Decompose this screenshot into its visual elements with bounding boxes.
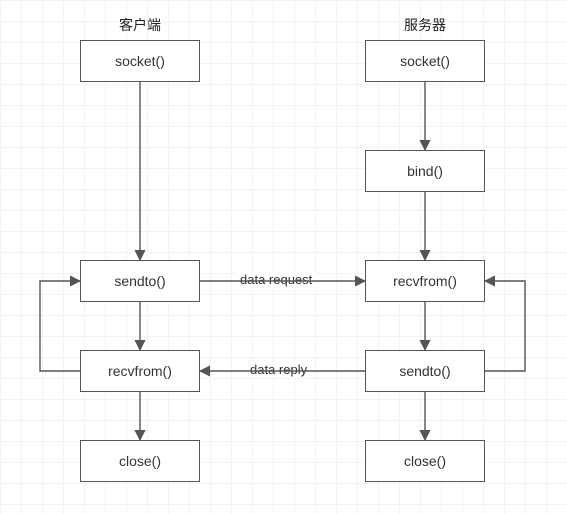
client-recvfrom-label: recvfrom() [108, 363, 172, 379]
server-socket-node: socket() [365, 40, 485, 82]
client-sendto-node: sendto() [80, 260, 200, 302]
edge-server-loop [485, 281, 525, 371]
server-bind-label: bind() [407, 163, 443, 179]
server-sendto-label: sendto() [399, 363, 450, 379]
client-close-node: close() [80, 440, 200, 482]
server-header: 服务器 [375, 15, 475, 35]
diagram-canvas: 客户端 服务器 socket() sendto() recvfrom() clo… [0, 0, 567, 513]
client-header: 客户端 [90, 15, 190, 35]
client-socket-label: socket() [115, 53, 165, 69]
client-recvfrom-node: recvfrom() [80, 350, 200, 392]
client-sendto-label: sendto() [114, 273, 165, 289]
server-socket-label: socket() [400, 53, 450, 69]
server-sendto-node: sendto() [365, 350, 485, 392]
server-close-node: close() [365, 440, 485, 482]
client-close-label: close() [119, 453, 161, 469]
server-recvfrom-node: recvfrom() [365, 260, 485, 302]
server-recvfrom-label: recvfrom() [393, 273, 457, 289]
edge-label-request: data request [236, 272, 316, 287]
edge-label-reply: data reply [246, 362, 311, 377]
edge-client-loop [40, 281, 80, 371]
server-bind-node: bind() [365, 150, 485, 192]
server-close-label: close() [404, 453, 446, 469]
client-socket-node: socket() [80, 40, 200, 82]
